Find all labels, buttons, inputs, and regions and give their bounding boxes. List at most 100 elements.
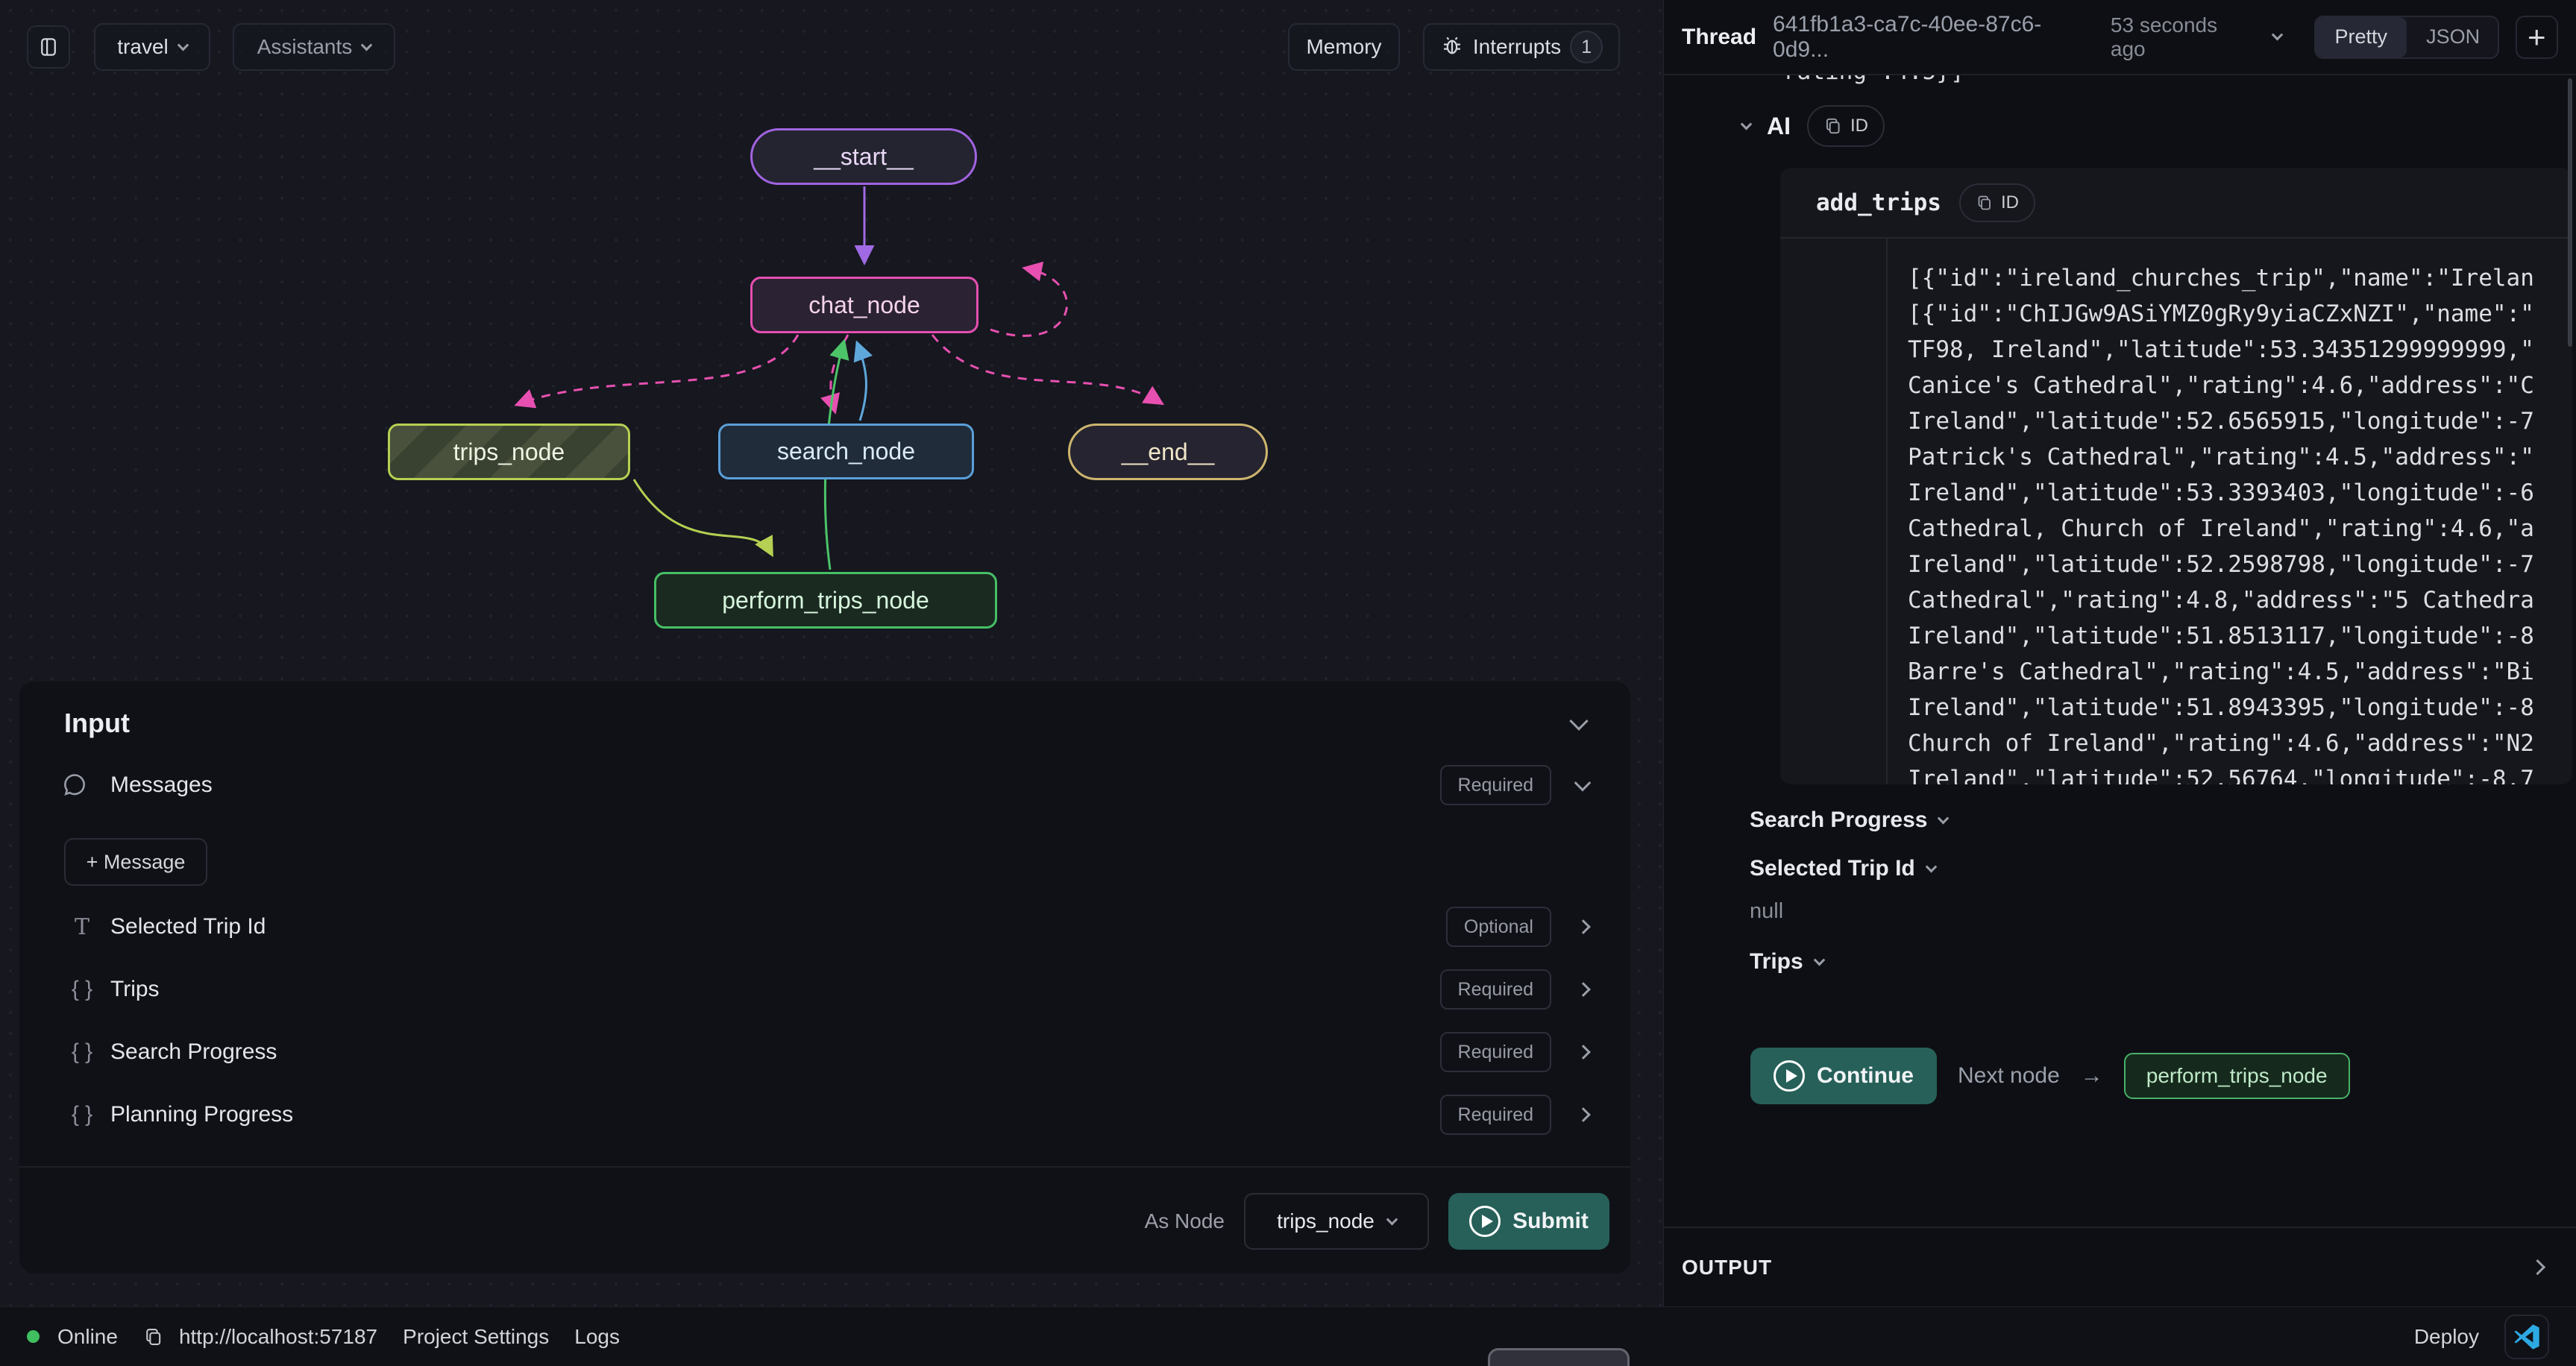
next-node-label: Next node — [1958, 1063, 2060, 1089]
message-bubble-icon — [61, 772, 103, 799]
vscode-button[interactable] — [2504, 1315, 2549, 1359]
collapse-input-chevron-icon[interactable] — [1569, 711, 1588, 730]
continue-button[interactable]: Continue — [1750, 1048, 1937, 1104]
optional-badge: Optional — [1446, 907, 1551, 947]
assistants-dropdown[interactable]: Assistants — [233, 23, 395, 71]
vscode-icon — [2512, 1322, 2542, 1352]
expand-field-chevron-icon[interactable] — [1576, 1107, 1591, 1122]
messages-label: Messages — [110, 772, 213, 798]
expand-field-chevron-icon[interactable] — [1576, 982, 1591, 997]
section-label: Trips — [1750, 949, 1803, 975]
field-row-search-progress[interactable]: { } Search Progress Required — [19, 1027, 1630, 1077]
graph-node-chat[interactable]: chat_node — [750, 277, 978, 333]
panel-left-icon — [37, 36, 60, 58]
required-badge: Required — [1440, 1032, 1551, 1072]
interrupts-label: Interrupts — [1473, 35, 1561, 59]
new-thread-button[interactable]: + — [2516, 16, 2558, 59]
node-label: perform_trips_node — [722, 587, 929, 614]
view-mode-toggle: Pretty JSON — [2314, 16, 2499, 59]
section-label: Search Progress — [1750, 808, 1927, 833]
view-mode-pretty[interactable]: Pretty — [2316, 17, 2407, 57]
thread-id[interactable]: 641fb1a3-ca7c-40ee-87c6-0d9... — [1773, 12, 2094, 63]
memory-label: Memory — [1306, 35, 1381, 59]
graph-node-trips[interactable]: trips_node — [388, 424, 630, 480]
node-label: chat_node — [808, 292, 920, 319]
required-badge: Required — [1440, 765, 1551, 805]
braces-icon: { } — [61, 977, 103, 1002]
play-icon — [1469, 1206, 1501, 1237]
node-label: __start__ — [814, 143, 913, 171]
online-status-label: Online — [57, 1325, 118, 1349]
input-panel-title: Input — [64, 708, 130, 739]
required-badge: Required — [1440, 969, 1551, 1010]
field-row-planning-progress[interactable]: { } Planning Progress Required — [19, 1090, 1630, 1139]
collapse-ai-chevron-icon[interactable] — [1741, 118, 1753, 130]
field-row-trips[interactable]: { } Trips Required — [19, 965, 1630, 1014]
code-line: Ireland","latitude":53.3393403,"longitud… — [1908, 475, 2564, 511]
submit-button[interactable]: Submit — [1448, 1193, 1609, 1250]
graph-node-perform-trips[interactable]: perform_trips_node — [654, 572, 997, 629]
tool-call-json-viewer[interactable]: [{"id":"ireland_churches_trip","name":"I… — [1908, 260, 2564, 784]
chevron-down-icon — [361, 39, 373, 51]
code-line: Ireland","latitude":51.8943395,"longitud… — [1908, 690, 2564, 726]
id-badge-label: ID — [1850, 116, 1868, 136]
add-message-label: + Message — [87, 851, 186, 874]
graph-node-calculator[interactable]: Calculator — [1488, 1348, 1630, 1366]
graph-node-end[interactable]: __end__ — [1068, 424, 1268, 480]
code-line: [{"id":"ChIJGw9ASiYMZ0gRy9yiaCZxNZI","na… — [1908, 296, 2564, 332]
field-label: Selected Trip Id — [110, 914, 266, 939]
node-label: trips_node — [453, 438, 565, 466]
field-label: Trips — [110, 977, 160, 1002]
copy-id-button[interactable]: ID — [1959, 183, 2035, 222]
braces-icon: { } — [61, 1102, 103, 1127]
deploy-link[interactable]: Deploy — [2414, 1325, 2479, 1349]
divider — [19, 1166, 1630, 1168]
online-status-dot — [27, 1330, 40, 1343]
input-panel: Input Messages Required + Message T Sele… — [19, 682, 1630, 1274]
id-badge-label: ID — [2001, 192, 2019, 213]
graph-node-start[interactable]: __start__ — [750, 128, 977, 185]
sidebar-toggle-button[interactable] — [27, 25, 70, 69]
node-label: __end__ — [1122, 438, 1215, 466]
thread-panel: rating":4.5}] Thread 641fb1a3-ca7c-40ee-… — [1663, 0, 2576, 1306]
project-settings-link[interactable]: Project Settings — [403, 1325, 549, 1349]
copy-url-icon[interactable] — [143, 1326, 164, 1347]
output-label: OUTPUT — [1682, 1256, 1772, 1280]
chevron-down-icon — [1386, 1213, 1398, 1225]
chevron-down-icon — [1925, 860, 1937, 872]
divider — [1886, 239, 1888, 784]
section-selected-trip-id[interactable]: Selected Trip Id — [1750, 852, 1935, 885]
graph-node-search[interactable]: search_node — [718, 424, 974, 479]
section-search-progress[interactable]: Search Progress — [1750, 804, 1947, 837]
node-label: search_node — [777, 438, 915, 465]
graph-select-dropdown[interactable]: travel — [94, 23, 210, 71]
expand-field-chevron-icon[interactable] — [1576, 919, 1591, 934]
thread-header: Thread 641fb1a3-ca7c-40ee-87c6-0d9... 53… — [1664, 0, 2576, 75]
as-node-dropdown[interactable]: trips_node — [1244, 1193, 1429, 1250]
expand-field-chevron-icon[interactable] — [1576, 1045, 1591, 1060]
assistants-label: Assistants — [257, 35, 353, 59]
section-trips[interactable]: Trips — [1750, 945, 1823, 978]
ai-message-label: AI — [1767, 113, 1791, 140]
copy-icon — [1976, 194, 1994, 212]
arrow-right-icon: → — [2081, 1063, 2103, 1089]
view-mode-json[interactable]: JSON — [2407, 17, 2499, 57]
server-url[interactable]: http://localhost:57187 — [179, 1325, 377, 1349]
logs-link[interactable]: Logs — [574, 1325, 620, 1349]
interrupts-button[interactable]: Interrupts 1 — [1423, 23, 1620, 71]
scrollbar-thumb[interactable] — [2568, 78, 2572, 347]
field-row-selected-trip-id[interactable]: T Selected Trip Id Optional — [19, 902, 1630, 951]
thread-select-chevron-icon[interactable] — [2271, 29, 2283, 41]
messages-field-row[interactable]: Messages Required — [19, 761, 1630, 810]
copy-id-button[interactable]: ID — [1807, 105, 1885, 147]
required-badge: Required — [1440, 1095, 1551, 1135]
code-line: Ireland","latitude":52.2598798,"longitud… — [1908, 547, 2564, 582]
expand-messages-chevron-icon[interactable] — [1574, 775, 1592, 792]
graph-select-label: travel — [117, 35, 168, 59]
output-section-header[interactable]: OUTPUT — [1664, 1228, 2576, 1306]
memory-button[interactable]: Memory — [1288, 23, 1400, 71]
status-bar: Online http://localhost:57187 Project Se… — [0, 1306, 2576, 1366]
submit-label: Submit — [1512, 1209, 1589, 1234]
add-message-button[interactable]: + Message — [64, 838, 207, 886]
code-line: Cathedral, Church of Ireland","rating":4… — [1908, 511, 2564, 547]
